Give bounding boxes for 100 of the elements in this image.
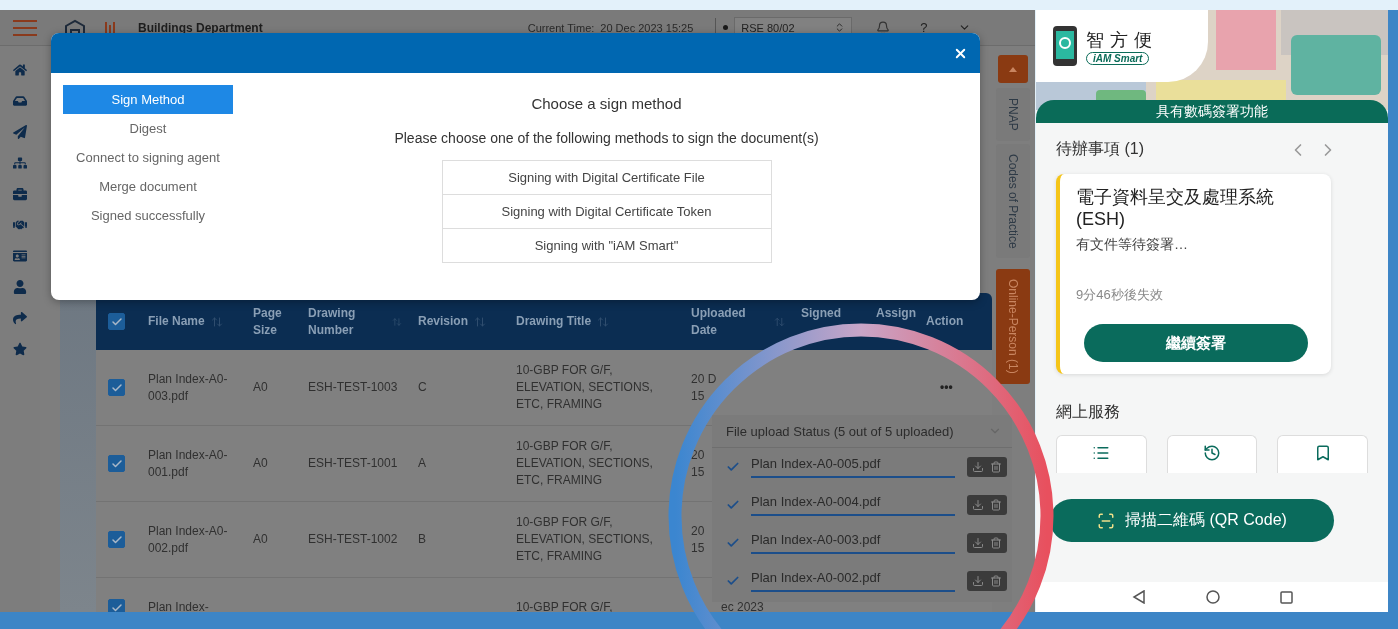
help-link[interactable]: ? <box>920 20 928 35</box>
sign-method-button[interactable]: Signing with Digital Certificate Token <box>441 194 772 229</box>
delete-button[interactable] <box>989 460 1003 474</box>
feature-banner: 具有數碼簽署功能 <box>1036 100 1388 123</box>
table-cell-text: Plan Index-A0-002.pdf <box>147 522 229 557</box>
sort-icon <box>210 315 223 328</box>
date-text: 20 <box>691 522 705 540</box>
row-checkbox[interactable] <box>108 599 125 612</box>
column-header[interactable]: Revision <box>418 313 486 330</box>
expiry-text: 9分46秒後失效 <box>1076 286 1164 304</box>
check-icon <box>110 457 123 470</box>
table-cell-text: A0 <box>252 531 269 548</box>
download-button[interactable] <box>971 460 985 474</box>
step-item[interactable]: Digest <box>63 114 233 143</box>
date-text: 15 <box>691 463 705 481</box>
handshake-icon[interactable] <box>13 218 27 232</box>
table-cell-text: 10-GBP FOR G/F, ELEVATION, SECTIONS, ETC, FRAMING <box>515 514 654 565</box>
home-button[interactable] <box>1205 590 1220 604</box>
column-header[interactable]: File Name <box>148 313 223 330</box>
paper-plane-icon[interactable] <box>13 125 27 139</box>
star-icon[interactable] <box>13 342 27 356</box>
history-icon <box>1203 444 1221 462</box>
side-tab[interactable]: Online-Person (1) <box>996 269 1030 385</box>
sort-icon <box>474 315 486 328</box>
sort-icon <box>392 315 402 328</box>
user-icon[interactable] <box>13 280 27 294</box>
sign-method-button[interactable]: Signing with Digital Certificate File <box>441 160 772 195</box>
step-item[interactable]: Sign Method <box>63 85 233 114</box>
column-header[interactable]: Signed <box>801 305 841 322</box>
sort-icon <box>597 315 610 328</box>
continue-sign-button[interactable]: 繼續簽署 <box>1083 324 1308 362</box>
file-name: Plan Index-A0-003.pdf <box>751 532 955 554</box>
date-text: 15 <box>691 539 705 557</box>
service-tile[interactable] <box>1166 435 1258 473</box>
upload-status-title: File upload Status (5 out of 5 uploaded) <box>726 423 954 439</box>
row-checkbox[interactable] <box>108 379 125 396</box>
table-cell-text: B <box>417 531 427 548</box>
sort-icon <box>774 315 785 328</box>
step-item[interactable]: Signed successfully <box>63 201 233 230</box>
table-cell-text: 10-GBP FOR G/F, ELEVATION, SECTIONS, ETC, FRAMING <box>515 438 654 489</box>
download-button[interactable] <box>971 498 985 512</box>
table-cell-text: ESH-TEST-1002 <box>307 531 399 548</box>
select-all-checkbox[interactable] <box>108 313 125 330</box>
current-time: 20 Dec 2023 15:25 <box>600 21 694 34</box>
check-icon <box>110 315 123 328</box>
side-tab[interactable]: Codes of Practice <box>996 143 1030 259</box>
column-header[interactable]: Drawing Number <box>308 304 402 339</box>
scroll-up-button[interactable] <box>998 55 1028 83</box>
column-header[interactable]: Action <box>926 313 964 330</box>
logo-text: 智方便 <box>1086 28 1158 52</box>
row-checkbox[interactable] <box>108 455 125 472</box>
recents-button[interactable] <box>1279 590 1293 604</box>
menu-icon[interactable] <box>12 18 38 37</box>
column-header[interactable]: Uploaded Date <box>691 304 785 339</box>
side-tab[interactable]: PNAP <box>996 88 1030 141</box>
delete-button[interactable] <box>989 536 1003 550</box>
table-cell-text: 10-GBP FOR G/F, <box>515 599 614 612</box>
back-button[interactable] <box>1131 590 1146 604</box>
share-arrow-icon[interactable] <box>13 311 27 325</box>
download-button[interactable] <box>971 574 985 588</box>
sign-method-button[interactable]: Signing with "iAM Smart" <box>441 228 772 263</box>
table-cell-text: A <box>417 455 427 472</box>
service-tile[interactable] <box>1056 435 1147 473</box>
column-header[interactable]: Drawing Title <box>516 313 610 330</box>
date-text: 20 D <box>691 370 717 388</box>
list-icon <box>1092 444 1111 462</box>
download-button[interactable] <box>971 536 985 550</box>
table-cell-text: C <box>417 379 428 396</box>
status-dot <box>723 25 729 30</box>
table-cell-text: Plan Index-A0-003.pdf <box>147 370 229 405</box>
check-icon <box>110 381 123 394</box>
delete-button[interactable] <box>989 574 1003 588</box>
check-icon <box>110 533 123 546</box>
scan-qr-button[interactable]: 掃描二維碼 (QR Code) <box>1050 499 1334 542</box>
bars-logo-icon <box>104 19 116 36</box>
more-button[interactable]: ••• <box>940 380 953 394</box>
briefcase-icon[interactable] <box>13 187 27 201</box>
home-icon[interactable] <box>13 63 27 77</box>
step-item[interactable]: Merge document <box>63 172 233 201</box>
phone-logo-icon <box>1050 23 1080 69</box>
file-name: Plan Index-A0-005.pdf <box>751 456 955 478</box>
date-text: 15 <box>691 387 705 405</box>
service-tile[interactable] <box>1277 435 1368 473</box>
column-header[interactable]: Page Size <box>253 304 292 339</box>
task-title: 電子資料呈交及處理系統 (ESH) <box>1076 186 1275 230</box>
scan-icon <box>1097 511 1116 530</box>
row-checkbox[interactable] <box>108 531 125 548</box>
bell-icon[interactable] <box>876 20 891 35</box>
check-icon <box>110 601 123 612</box>
hierarchy-icon[interactable] <box>13 156 27 170</box>
table-cell-text: Plan Index- <box>147 599 210 612</box>
dialog-instruction: Please choose one of the following methods to sign the document(s) <box>394 130 819 146</box>
column-header[interactable]: Assign <box>876 305 916 322</box>
date-text: ec 2023 <box>721 599 764 612</box>
tray-icon[interactable] <box>13 94 27 108</box>
delete-button[interactable] <box>989 498 1003 512</box>
card-icon[interactable] <box>13 249 27 263</box>
step-item[interactable]: Connect to signing agent <box>63 143 233 172</box>
table-cell-text: ESH-TEST-1003 <box>307 379 399 396</box>
up-triangle-icon <box>1009 66 1017 72</box>
